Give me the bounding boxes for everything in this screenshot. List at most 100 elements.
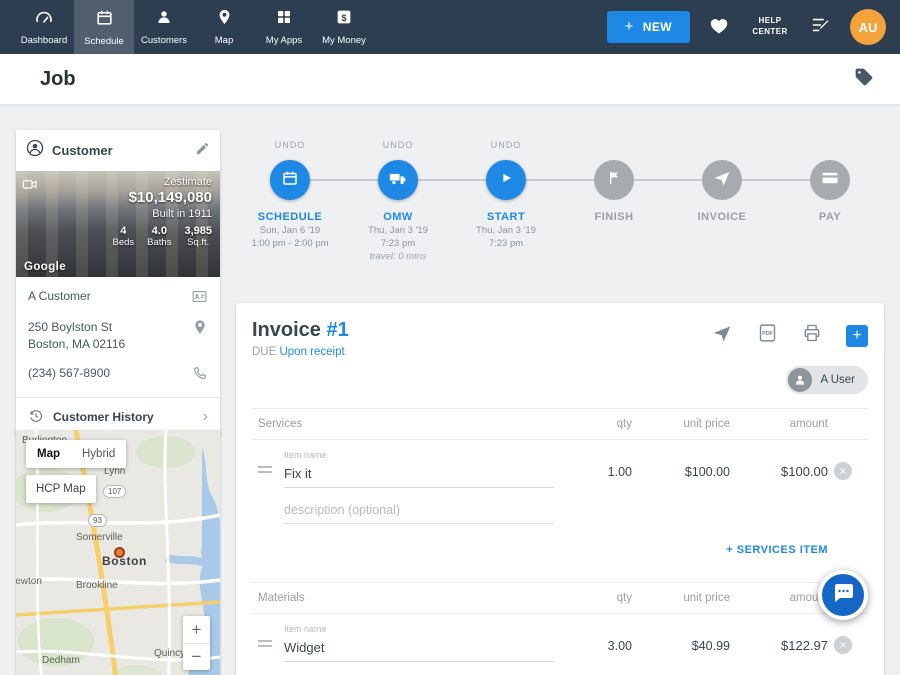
invoice-actions: PDF + [711,319,868,348]
contact-info: A Customer 250 Boylston StBoston, MA 021… [16,277,220,397]
customer-address: 250 Boylston StBoston, MA 02116 [28,319,192,354]
drag-handle-icon[interactable] [258,637,272,650]
property-photo[interactable]: Zestimate $10,149,080 Built in 1911 4Bed… [16,171,220,277]
remove-material-item-button[interactable]: × [834,636,852,654]
nav-item-dashboard[interactable]: Dashboard [14,0,74,54]
service-name-cell: Item name [284,450,554,488]
customer-card-title: Customer [52,143,187,158]
map-type-map-button[interactable]: Map [26,440,71,468]
service-description-input[interactable] [284,500,554,524]
map-widget[interactable]: Burlington Lynn 107 93 Somerville Boston… [16,430,220,675]
invoice-due: DUE Upon receipt [252,346,349,358]
item-name-label: Item name [284,450,554,460]
beds-value: 4 [113,225,135,237]
start-step-button[interactable] [486,160,526,200]
nav-item-my-money[interactable]: $ My Money [314,0,374,54]
map-pin-icon [216,8,233,31]
invoice-title: Invoice #1 [252,319,349,342]
job-tags-icon[interactable] [854,67,874,92]
service-qty-field[interactable]: 1.00 [560,465,632,488]
page-bar: Job [0,54,900,105]
chat-launcher-button[interactable] [818,570,868,620]
nav-right: + NEW HELP CENTER AU [607,9,886,45]
finish-step-button[interactable] [594,160,634,200]
flag-icon [606,169,622,192]
amount-column-header: amount [736,592,828,604]
pdf-icon[interactable]: PDF [757,323,778,348]
undo-omw-link[interactable]: UNDO [383,140,414,153]
route-shield-93: 93 [88,514,107,527]
service-description-row [252,500,868,524]
timeline-step-invoice: INVOICE [668,140,776,268]
material-name-input[interactable] [284,637,554,662]
material-qty-field[interactable]: 3.00 [560,639,632,662]
assigned-user-row: A User [252,366,868,394]
svg-text:PDF: PDF [762,331,773,337]
plus-icon: + [625,22,634,32]
heart-icon[interactable] [708,15,730,40]
step-date: Thu, Jan 3 '19 [368,225,428,236]
nav-label: Schedule [84,36,124,47]
add-services-item-link[interactable]: + SERVICES ITEM [252,544,828,556]
help-center-link[interactable]: HELP CENTER [748,16,792,38]
nav-item-customers[interactable]: Customers [134,0,194,54]
map-type-hybrid-button[interactable]: Hybrid [71,440,126,468]
invoice-number[interactable]: #1 [326,319,348,341]
nav-items: Dashboard Schedule Customers Map My Apps… [14,0,374,54]
assigned-user-chip[interactable]: A User [786,366,868,394]
invoice-header: Invoice #1 DUE Upon receipt PDF + [252,319,868,358]
pay-step-button[interactable] [810,160,850,200]
timeline-step-finish: FINISH [560,140,668,268]
hcp-map-button[interactable]: HCP Map [26,475,96,503]
customer-phone-row: (234) 567-8900 [28,365,208,384]
undo-start-link[interactable]: UNDO [491,140,522,153]
new-button[interactable]: + NEW [607,11,690,43]
service-item-row: Item name 1.00 $100.00 $100.00 × [252,450,868,488]
page-title: Job [40,68,76,91]
chevron-right-icon: › [203,411,208,423]
print-icon[interactable] [802,323,822,348]
location-pin-icon[interactable] [192,319,208,338]
remove-service-item-button[interactable]: × [834,462,852,480]
undo-schedule-link[interactable]: UNDO [275,140,306,153]
zoom-out-button[interactable]: − [183,643,210,670]
job-status-timeline: UNDO SCHEDULE Sun, Jan 6 '19 1:00 pm - 2… [236,140,884,268]
dashboard-icon [34,8,54,31]
material-unit-price-field[interactable]: $40.99 [638,639,730,662]
step-time: 7:23 pm [489,238,523,249]
user-avatar[interactable]: AU [850,9,886,45]
item-name-label: Item name [284,624,554,634]
customer-phone: (234) 567-8900 [28,365,192,382]
user-avatar-icon [788,368,812,392]
due-value-link[interactable]: Upon receipt [279,346,344,358]
zestimate-label: Zestimate [113,176,212,188]
nav-item-map[interactable]: Map [194,0,254,54]
add-invoice-item-button[interactable]: + [846,325,868,347]
contact-card-icon[interactable] [191,288,208,308]
drag-handle-icon[interactable] [258,463,272,476]
nav-label: My Money [322,35,366,46]
zoom-in-button[interactable]: + [183,616,210,643]
nav-label: Map [215,35,233,46]
map-label-somerville: Somerville [76,532,123,543]
route-shield-107: 107 [103,485,126,498]
travel-time: travel: 0 mins [370,251,427,262]
invoice-step-button[interactable] [702,160,742,200]
dollar-icon: $ [335,8,353,31]
amount-column-header: amount [736,418,828,430]
service-name-input[interactable] [284,463,554,488]
calendar-icon [281,169,299,192]
nav-label: Dashboard [21,35,67,46]
schedule-step-button[interactable] [270,160,310,200]
step-label: PAY [819,211,841,223]
phone-icon[interactable] [192,365,208,384]
send-invoice-icon[interactable] [711,323,733,348]
edit-pencil-icon[interactable] [195,141,210,161]
service-unit-price-field[interactable]: $100.00 [638,465,730,488]
nav-item-schedule[interactable]: Schedule [74,0,134,54]
nav-label: My Apps [266,35,302,46]
timeline-step-schedule: UNDO SCHEDULE Sun, Jan 6 '19 1:00 pm - 2… [236,140,344,268]
tasks-icon[interactable] [810,16,832,39]
nav-item-my-apps[interactable]: My Apps [254,0,314,54]
omw-step-button[interactable] [378,160,418,200]
